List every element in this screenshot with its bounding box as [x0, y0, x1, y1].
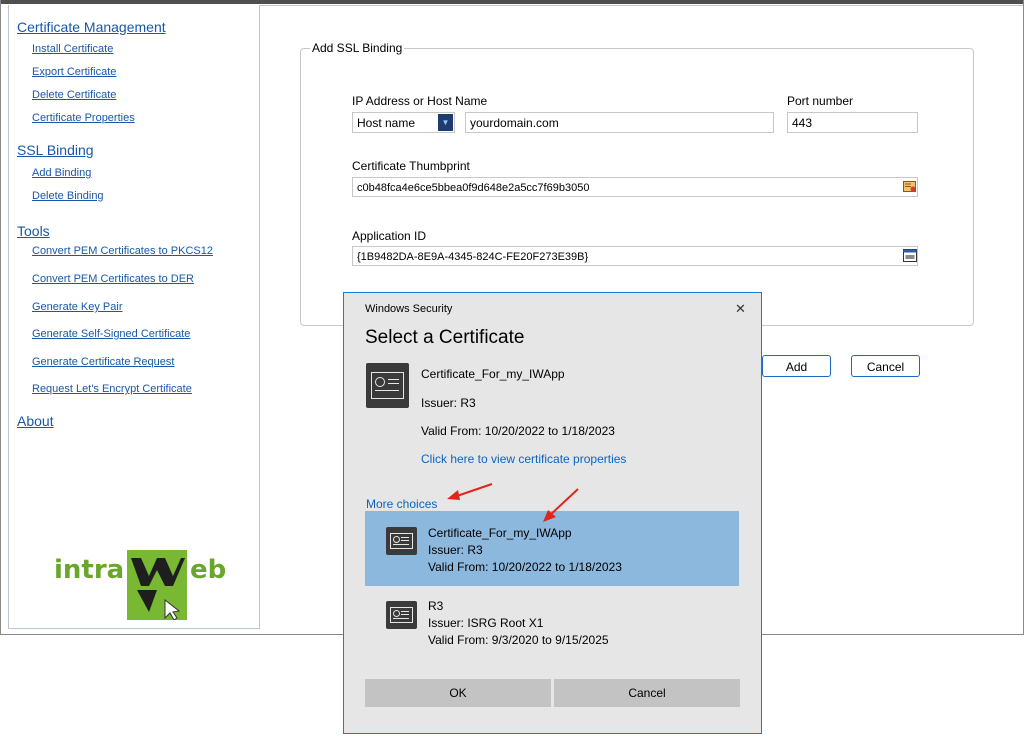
red-arrow-more-choices	[447, 483, 493, 500]
annotation-arrows	[447, 483, 579, 522]
red-arrow-selected-cert	[543, 488, 579, 522]
